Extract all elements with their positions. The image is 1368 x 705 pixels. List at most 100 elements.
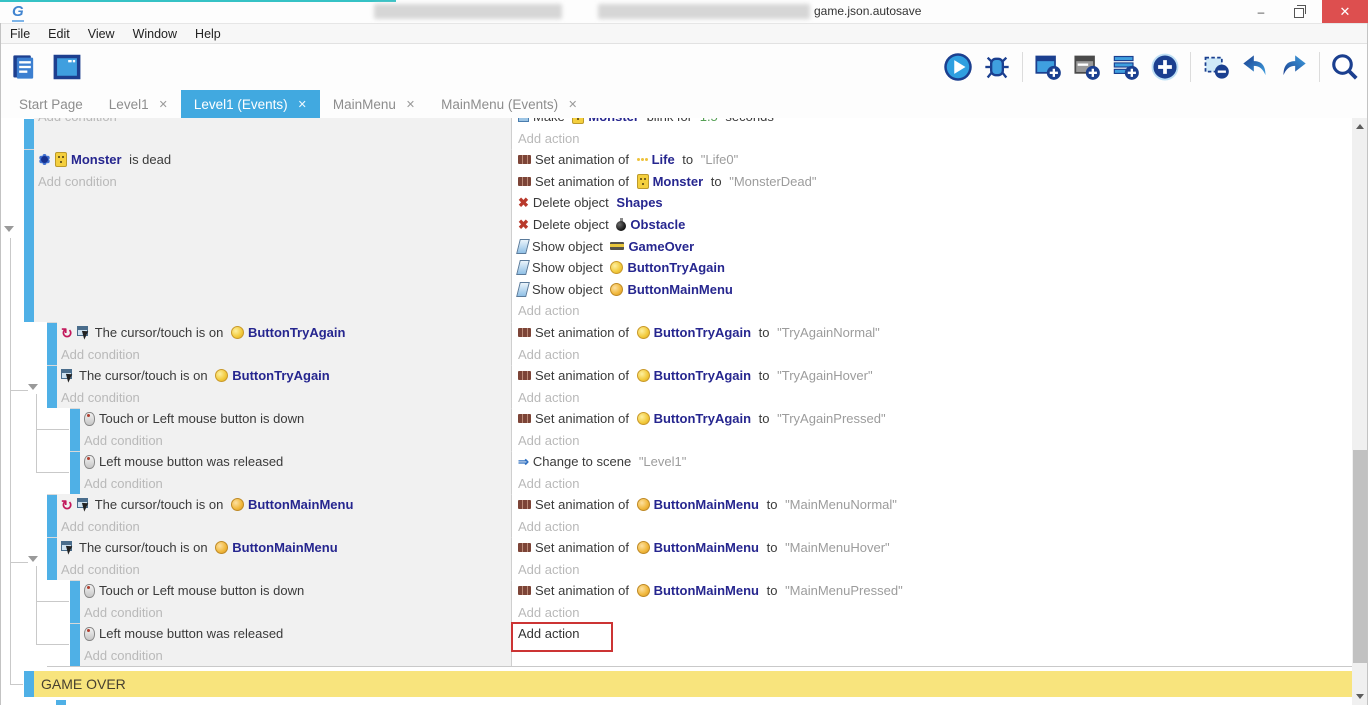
action-line[interactable]: Show object ButtonTryAgain	[518, 257, 1352, 279]
action-line[interactable]: Set animation of ButtonTryAgain to "TryA…	[518, 408, 1352, 430]
condition-line[interactable]: Touch or Left mouse button is down	[84, 408, 511, 430]
condition-line[interactable]: Touch or Left mouse button is down	[84, 580, 511, 602]
action-line[interactable]: ✖ Delete object Shapes	[518, 192, 1352, 214]
condition-line[interactable]: The cursor/touch is on ButtonTryAgain	[61, 365, 511, 387]
undo-button[interactable]	[1238, 50, 1272, 84]
add-action-button[interactable]: Add action	[518, 387, 1352, 408]
minimize-button[interactable]: –	[1246, 0, 1276, 23]
vertical-scrollbar[interactable]	[1352, 118, 1368, 705]
play-button[interactable]	[941, 50, 975, 84]
action-line[interactable]: Make Monster blink for 1.5 seconds	[518, 118, 1352, 128]
action-line[interactable]: Show object ButtonMainMenu	[518, 279, 1352, 301]
condition-line[interactable]: ↻ The cursor/touch is on ButtonMainMenu	[61, 494, 511, 516]
scrollbar-thumb[interactable]	[1353, 450, 1367, 663]
add-comment-button[interactable]	[1109, 50, 1143, 84]
add-action-button[interactable]: Add action	[518, 602, 1352, 623]
close-button[interactable]: ✕	[1322, 0, 1368, 23]
conditions-cell[interactable]: Left mouse button was released Add condi…	[80, 623, 511, 666]
menu-window[interactable]: Window	[133, 27, 177, 41]
add-action-button[interactable]: Add action	[518, 344, 1352, 365]
actions-cell[interactable]: Set animation of ButtonMainMenu to "Main…	[512, 494, 1352, 537]
add-action-button[interactable]: Add action	[518, 516, 1352, 537]
tab-mainmenu[interactable]: MainMenu✕	[320, 90, 428, 118]
scroll-up-icon[interactable]	[1356, 124, 1364, 129]
condition-line[interactable]: Left mouse button was released	[84, 623, 511, 645]
add-condition-button[interactable]: Add condition	[61, 387, 511, 408]
conditions-cell[interactable]: ↻ The cursor/touch is on ButtonTryAgain …	[57, 322, 511, 365]
action-line[interactable]: Set animation of ButtonTryAgain to "TryA…	[518, 322, 1352, 344]
tab-close-icon[interactable]: ✕	[298, 98, 307, 111]
condition-line[interactable]: Monster is dead	[38, 149, 511, 171]
action-text: Set animation of	[535, 583, 633, 598]
add-condition-button[interactable]: Add condition	[61, 559, 511, 580]
comment-block[interactable]: GAME OVER	[34, 671, 1352, 697]
add-action-button[interactable]: Add action	[518, 430, 1352, 451]
conditions-cell[interactable]: Left mouse button was released Add condi…	[80, 451, 511, 494]
menu-view[interactable]: View	[88, 27, 115, 41]
add-event-button[interactable]	[1031, 50, 1065, 84]
condition-line[interactable]: Left mouse button was released	[84, 451, 511, 473]
tab-close-icon[interactable]: ✕	[568, 98, 577, 111]
conditions-cell[interactable]: Touch or Left mouse button is down Add c…	[80, 580, 511, 623]
debug-button[interactable]	[980, 50, 1014, 84]
menu-help[interactable]: Help	[195, 27, 221, 41]
add-action-button[interactable]: Add action	[518, 128, 1352, 149]
conditions-cell[interactable]: The cursor/touch is on ButtonMainMenu Ad…	[57, 537, 511, 580]
actions-cell[interactable]: Set animation of ButtonTryAgain to "TryA…	[512, 408, 1352, 451]
add-condition-button[interactable]: Add condition	[84, 473, 511, 494]
actions-cell[interactable]: Add action	[512, 623, 1352, 666]
delete-selection-button[interactable]	[1199, 50, 1233, 84]
action-line[interactable]: Show object GameOver	[518, 235, 1352, 257]
action-line[interactable]: ✖ Delete object Obstacle	[518, 214, 1352, 236]
add-condition-button[interactable]: Add condition	[38, 118, 511, 128]
add-condition-button[interactable]: Add condition	[84, 602, 511, 623]
conditions-cell[interactable]: Add condition	[34, 118, 511, 149]
add-condition-button[interactable]: Add condition	[84, 645, 511, 666]
action-line[interactable]: Set animation of Monster to "MonsterDead…	[518, 171, 1352, 193]
action-line[interactable]: Set animation of ButtonMainMenu to "Main…	[518, 537, 1352, 559]
conditions-cell[interactable]: Touch or Left mouse button is down Add c…	[80, 408, 511, 451]
search-button[interactable]	[1328, 50, 1362, 84]
actions-cell[interactable]: Set animation of ButtonTryAgain to "TryA…	[512, 365, 1352, 408]
condition-line[interactable]: ↻ The cursor/touch is on ButtonTryAgain	[61, 322, 511, 344]
conditions-cell[interactable]: ↻ The cursor/touch is on ButtonMainMenu …	[57, 494, 511, 537]
comment-row[interactable]: GAME OVER	[0, 671, 1352, 697]
conditions-cell[interactable]: The cursor/touch is on ButtonTryAgain Ad…	[57, 365, 511, 408]
actions-cell[interactable]: Set animation of Life to "Life0" Set ani…	[512, 149, 1352, 322]
actions-cell[interactable]: Set animation of ButtonTryAgain to "TryA…	[512, 322, 1352, 365]
scroll-down-icon[interactable]	[1356, 694, 1364, 699]
add-action-button[interactable]: Add action	[518, 559, 1352, 580]
add-condition-button[interactable]: Add condition	[61, 516, 511, 537]
project-file-icon[interactable]	[8, 50, 42, 84]
menu-edit[interactable]: Edit	[48, 27, 70, 41]
conditions-cell[interactable]: Monster is dead Add condition	[34, 149, 511, 322]
add-condition-button[interactable]: Add condition	[84, 430, 511, 451]
add-condition-button[interactable]: Add condition	[61, 344, 511, 365]
add-action-button-highlighted[interactable]: Add action	[518, 623, 1352, 645]
add-action-button[interactable]: Add action	[518, 300, 1352, 322]
tab-level1[interactable]: Level1✕	[96, 90, 181, 118]
action-line[interactable]: ⇒ Change to scene "Level1"	[518, 451, 1352, 473]
tab-close-icon[interactable]: ✕	[159, 98, 168, 111]
restore-button[interactable]	[1284, 0, 1314, 23]
export-window-icon[interactable]	[50, 50, 84, 84]
add-action-button[interactable]: Add action	[518, 473, 1352, 494]
action-line[interactable]: Set animation of ButtonMainMenu to "Main…	[518, 494, 1352, 516]
menu-file[interactable]: File	[10, 27, 30, 41]
tab-start-page[interactable]: Start Page	[6, 90, 96, 118]
actions-cell[interactable]: Make Monster blink for 1.5 seconds Add a…	[512, 118, 1352, 149]
action-line[interactable]: Set animation of Life to "Life0"	[518, 149, 1352, 171]
actions-cell[interactable]: ⇒ Change to scene "Level1" Add action	[512, 451, 1352, 494]
actions-cell[interactable]: Set animation of ButtonMainMenu to "Main…	[512, 537, 1352, 580]
actions-cell[interactable]: Set animation of ButtonMainMenu to "Main…	[512, 580, 1352, 623]
tab-level1-events[interactable]: Level1 (Events)✕	[181, 90, 320, 118]
tab-mainmenu-events[interactable]: MainMenu (Events)✕	[428, 90, 590, 118]
add-subevent-button[interactable]	[1070, 50, 1104, 84]
action-line[interactable]: Set animation of ButtonTryAgain to "TryA…	[518, 365, 1352, 387]
tab-close-icon[interactable]: ✕	[406, 98, 415, 111]
add-condition-button[interactable]: Add condition	[38, 171, 511, 193]
redo-button[interactable]	[1277, 50, 1311, 84]
add-circle-button[interactable]	[1148, 50, 1182, 84]
condition-line[interactable]: The cursor/touch is on ButtonMainMenu	[61, 537, 511, 559]
action-line[interactable]: Set animation of ButtonMainMenu to "Main…	[518, 580, 1352, 602]
